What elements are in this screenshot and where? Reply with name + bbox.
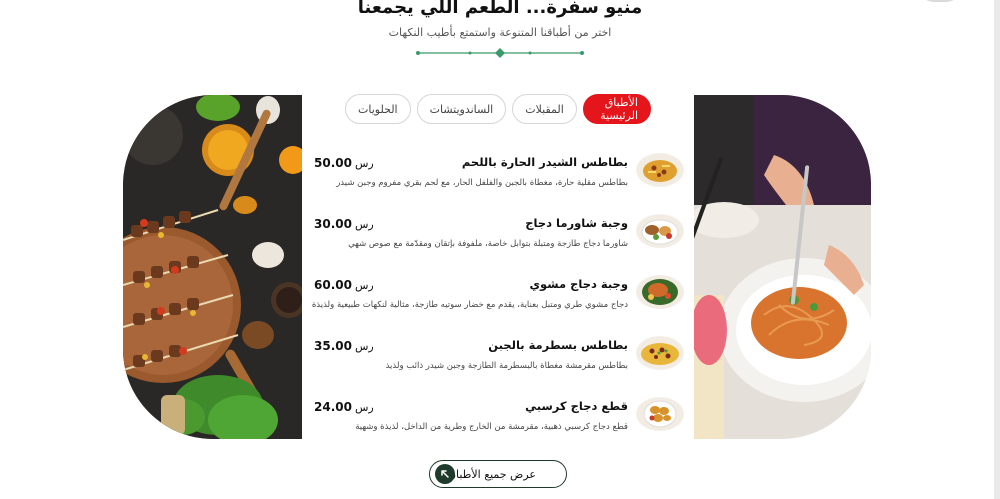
dish-description: بطاطس مقرمشة مغطاة بالبسطرمة الطازجة وجب… <box>385 361 628 371</box>
ornament-divider <box>416 48 584 58</box>
skewers-food-image <box>123 95 302 439</box>
dish-thumbnail <box>636 397 684 431</box>
dish-price: 30.00 رس <box>314 217 374 231</box>
menu-item[interactable]: بطاطس الشيدر الحارة باللحم بطاطس مقلية ح… <box>312 153 684 197</box>
tab-appetizers[interactable]: المقبلات <box>512 94 577 124</box>
menu-item[interactable]: بطاطس بسطرمة بالجبن بطاطس مقرمشة مغطاة ب… <box>312 336 684 380</box>
tab-desserts[interactable]: الحلويات <box>345 94 411 124</box>
dish-description: دجاج مشوي طري ومتبل بعناية، يقدم مع خضار… <box>311 300 628 310</box>
menu-item[interactable]: قطع دجاج كرسبي قطع دجاج كرسبي ذهبية، مقر… <box>312 397 684 441</box>
arrow-up-left-icon <box>435 464 455 484</box>
dish-description: قطع دجاج كرسبي ذهبية، مقرمشة من الخارج و… <box>355 422 628 432</box>
dish-thumbnail <box>636 336 684 370</box>
dish-price: 60.00 رس <box>314 278 374 292</box>
window-edge <box>994 0 1000 499</box>
dish-description: شاورما دجاج طازجة ومتبلة بتوابل خاصة، مل… <box>348 239 628 249</box>
tab-main-dishes[interactable]: الأطباق الرئيسية <box>582 94 651 124</box>
dish-price: 35.00 رس <box>314 339 374 353</box>
dish-name: قطع دجاج كرسبي <box>525 399 628 413</box>
tab-sandwiches[interactable]: الساندويتشات <box>416 94 507 124</box>
dish-name: بطاطس الشيدر الحارة باللحم <box>461 155 628 169</box>
dish-thumbnail <box>636 275 684 309</box>
dish-thumbnail <box>636 214 684 248</box>
dish-price: 24.00 رس <box>314 400 374 414</box>
section-subtitle: اختر من أطباقنا المتنوعة واستمتع بأطيب ا… <box>388 26 612 39</box>
view-all-label: عرض جميع الأطباق <box>447 467 536 481</box>
section-title: منيو سفرة... الطعم اللي يجمعنا <box>357 0 643 18</box>
view-all-dishes-button[interactable]: عرض جميع الأطباق <box>429 460 567 488</box>
dish-thumbnail <box>636 153 684 187</box>
top-decoration <box>918 0 962 2</box>
dish-description: بطاطس مقلية حارة، مغطاة بالجبن والفلفل ا… <box>336 178 628 188</box>
pasta-food-image <box>694 95 871 439</box>
dish-name: بطاطس بسطرمة بالجبن <box>488 338 628 352</box>
dish-name: وجبة شاورما دجاج <box>525 216 628 230</box>
dish-name: وجبة دجاج مشوي <box>529 277 628 291</box>
menu-item[interactable]: وجبة دجاج مشوي دجاج مشوي طري ومتبل بعناي… <box>312 275 684 319</box>
category-tabs: الأطباق الرئيسية المقبلات الساندويتشات ا… <box>345 94 651 124</box>
menu-item[interactable]: وجبة شاورما دجاج شاورما دجاج طازجة ومتبل… <box>312 214 684 258</box>
dish-price: 50.00 رس <box>314 156 374 170</box>
